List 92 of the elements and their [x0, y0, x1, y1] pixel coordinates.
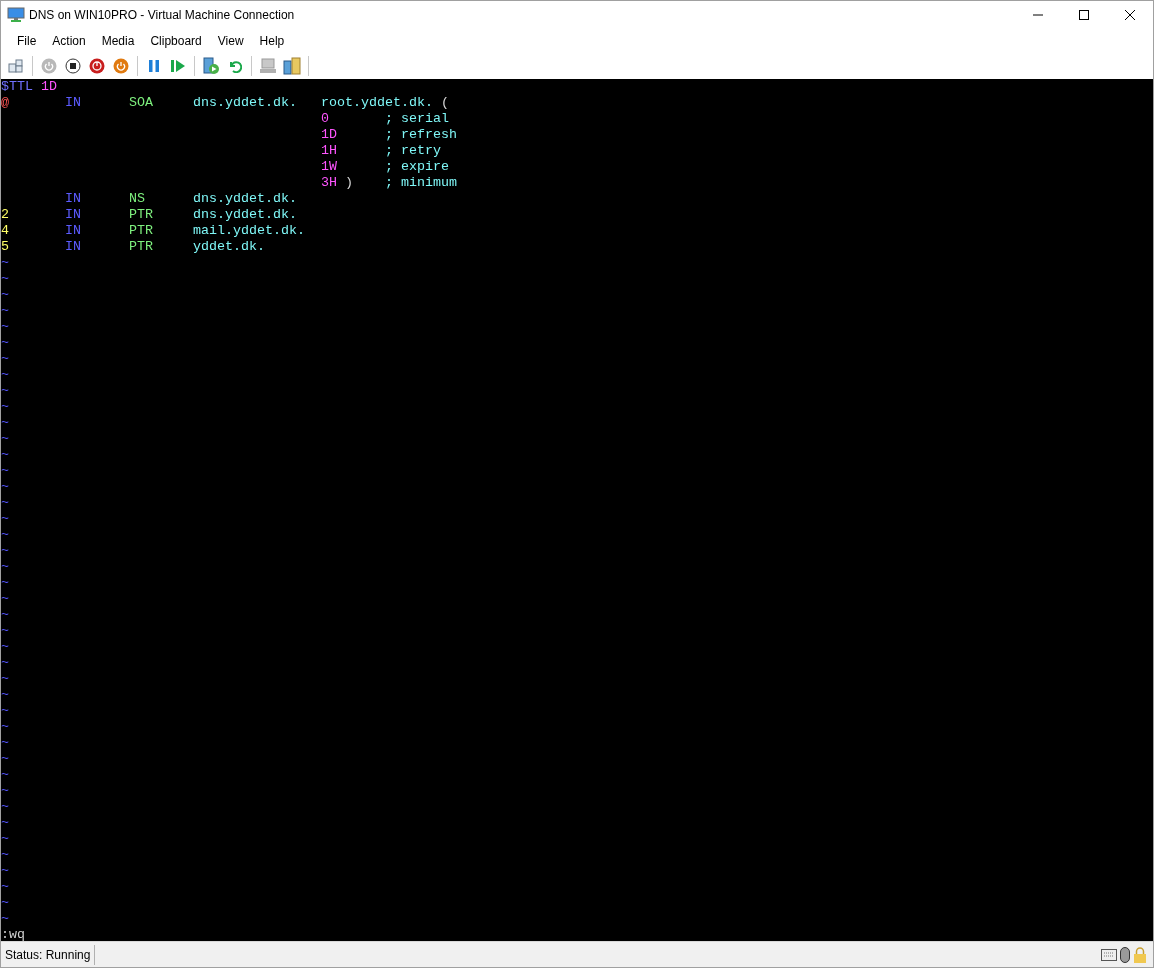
code-token: @ [1, 95, 10, 111]
empty-line-marker: ~ [1, 559, 9, 575]
keyboard-icon [1101, 948, 1117, 961]
empty-line-marker: ~ [1, 335, 9, 351]
empty-line-marker: ~ [1, 447, 9, 463]
code-token: yddet.dk. [192, 239, 265, 255]
empty-line-marker: ~ [1, 287, 9, 303]
empty-line-marker: ~ [1, 879, 9, 895]
empty-line-marker: ~ [1, 399, 9, 415]
empty-line-marker: ~ [1, 255, 9, 271]
close-icon [1125, 10, 1135, 20]
menu-item[interactable]: Help [251, 30, 293, 52]
empty-line-marker: ~ [1, 623, 9, 639]
monitor-icon [7, 7, 25, 23]
empty-line-marker: ~ [1, 799, 9, 815]
mouse-icon [1120, 946, 1130, 963]
code-comment: ; expire [384, 159, 449, 175]
maximize-icon [1079, 10, 1089, 20]
padlock-icon [1133, 946, 1147, 963]
menu-item[interactable]: View [209, 30, 252, 52]
empty-line-marker: ~ [1, 351, 9, 367]
empty-line-marker: ~ [1, 895, 9, 911]
menu-item[interactable]: Clipboard [142, 30, 210, 52]
empty-line-marker: ~ [1, 639, 9, 655]
command-line: :wq [1, 927, 25, 941]
code-token: 2 [1, 207, 10, 223]
code-token: IN [65, 207, 82, 223]
code-token: 3H ) [320, 175, 354, 191]
empty-line-marker: ~ [1, 767, 9, 783]
menu-item[interactable]: Action [44, 30, 94, 52]
code-token: PTR [128, 207, 154, 223]
empty-line-marker: ~ [1, 431, 9, 447]
code-token: IN [65, 239, 82, 255]
code-token: 4 [1, 223, 10, 239]
empty-line-marker: ~ [1, 863, 9, 879]
minimize-icon [1033, 14, 1043, 16]
code-token: 1W [320, 159, 338, 175]
window-title: DNS on WIN10PRO - Virtual Machine Connection [29, 7, 295, 24]
empty-line-marker: ~ [1, 479, 9, 495]
stop-icon[interactable] [62, 55, 84, 77]
empty-line-marker: ~ [1, 271, 9, 287]
empty-line-marker: ~ [1, 703, 9, 719]
server-icon[interactable] [281, 55, 303, 77]
code-token: SOA [128, 95, 154, 111]
empty-line-marker: ~ [1, 463, 9, 479]
empty-line-marker: ~ [1, 527, 9, 543]
empty-line-marker: ~ [1, 383, 9, 399]
code-comment: ; refresh [384, 127, 457, 143]
empty-line-marker: ~ [1, 607, 9, 623]
checkpoint-icon[interactable] [200, 55, 222, 77]
empty-line-marker: ~ [1, 575, 9, 591]
code-token: dns.yddet.dk. [192, 95, 298, 111]
empty-line-marker: ~ [1, 735, 9, 751]
empty-line-marker: ~ [1, 415, 9, 431]
empty-line-marker: ~ [1, 687, 9, 703]
empty-line-marker: ~ [1, 815, 9, 831]
code-token: IN [65, 191, 82, 207]
empty-line-marker: ~ [1, 303, 9, 319]
empty-line-marker: ~ [1, 751, 9, 767]
menu-item[interactable]: File [9, 30, 45, 52]
code-token: 5 [1, 239, 10, 255]
code-comment: ; serial [384, 111, 449, 127]
empty-line-marker: ~ [1, 319, 9, 335]
code-token: 1D [320, 127, 338, 143]
code-token: NS [128, 191, 146, 207]
empty-line-marker: ~ [1, 511, 9, 527]
empty-line-marker: ~ [1, 911, 9, 927]
code-token: dns.yddet.dk. [192, 191, 297, 207]
code-token: PTR [128, 223, 154, 239]
empty-line-marker: ~ [1, 831, 9, 847]
empty-line-marker: ~ [1, 367, 9, 383]
status-text: Status: Running [5, 946, 91, 964]
code-token: IN [65, 95, 82, 111]
empty-line-marker: ~ [1, 783, 9, 799]
empty-line-marker: ~ [1, 543, 9, 559]
code-token: $TTL 1D [1, 79, 57, 95]
menu-item[interactable]: Media [93, 30, 143, 52]
code-token: dns.yddet.dk. [192, 207, 297, 223]
empty-line-marker: ~ [1, 719, 9, 735]
code-token: mail.yddet.dk. [192, 223, 305, 239]
empty-line-marker: ~ [1, 495, 9, 511]
code-token: root.yddet.dk. ( [320, 95, 449, 111]
empty-line-marker: ~ [1, 847, 9, 863]
code-token: 1H [320, 143, 338, 159]
empty-line-marker: ~ [1, 655, 9, 671]
code-token: 0 [320, 111, 330, 127]
empty-line-marker: ~ [1, 671, 9, 687]
code-comment: ; minimum [384, 175, 457, 191]
code-token: IN [65, 223, 82, 239]
code-token: PTR [128, 239, 154, 255]
empty-line-marker: ~ [1, 591, 9, 607]
code-comment: ; retry [384, 143, 441, 159]
